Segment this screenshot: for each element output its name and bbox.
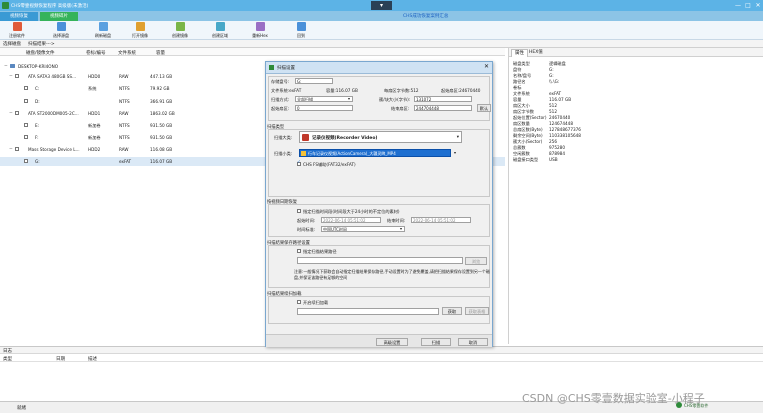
close-icon[interactable]: ✕ bbox=[754, 2, 762, 9]
disk-checkbox[interactable] bbox=[15, 147, 19, 151]
collapse-icon[interactable]: − bbox=[9, 74, 13, 79]
collapse-icon[interactable]: − bbox=[9, 147, 13, 152]
disk-table-header: 磁盘/镜像文件 卷标/编号 文件系统 容量 bbox=[0, 48, 505, 56]
select-source-button[interactable]: 选择源盘 bbox=[46, 22, 76, 39]
result-path-field[interactable] bbox=[297, 257, 463, 264]
dialog-footer: 高级设置 扫描 取消 bbox=[266, 334, 492, 347]
start-sector-field[interactable]: 0 bbox=[295, 105, 353, 111]
create-region-button[interactable]: 创建区域 bbox=[205, 22, 235, 39]
log-col-date: 日期 bbox=[56, 357, 65, 362]
dialog-title: 扫描设置 bbox=[277, 66, 295, 71]
partition-checkbox[interactable] bbox=[24, 99, 28, 103]
mode-tabs: 视频恢复 视频碎片 bbox=[0, 11, 763, 21]
scan-settings-dialog: 扫描设置 ✕ 存储盘号: G: 文件系统:exFAT 容量:116.07 GB … bbox=[265, 61, 493, 347]
default-button[interactable]: 默认 bbox=[477, 104, 491, 112]
tab-hex[interactable]: HEX值 bbox=[526, 49, 546, 57]
prop-row: 磁盘接口类型 USB bbox=[513, 157, 558, 162]
partition-checkbox[interactable] bbox=[24, 123, 28, 127]
scan-mode-select[interactable]: 全部扫描 bbox=[295, 96, 353, 102]
tab-video-recovery[interactable]: 视频恢复 bbox=[0, 12, 38, 21]
title-bar: CHS零壹视频恢复程序 高级版(未激活) ▾ — □ ✕ bbox=[0, 0, 763, 11]
create-image-button[interactable]: 创建镜像 bbox=[165, 22, 195, 39]
video-category-icon bbox=[302, 134, 309, 141]
block-size-field[interactable]: 131072 bbox=[414, 96, 472, 102]
register-icon bbox=[12, 22, 22, 31]
image-icon bbox=[175, 22, 185, 31]
view-switch-bar: 选择磁盘 扫描结果---> bbox=[0, 40, 763, 48]
success-cases-link[interactable]: CHS成功恢复案例汇总 bbox=[403, 13, 448, 19]
toolbar: 注册软件 选择源盘 刷新磁盘 打开镜像 创建镜像 创建区域 重新Hex 回到 bbox=[0, 21, 763, 40]
path-note: 注意:一般情况下获取会自动指定扫描结果保存路径,手动设置时为了避免覆盖,请把扫描… bbox=[294, 269, 490, 280]
time-range-checkbox[interactable] bbox=[297, 209, 301, 213]
end-time-field[interactable]: 2022-06-14 05:51:02 bbox=[411, 217, 471, 223]
dropdown-toggle-button[interactable]: ▾ bbox=[371, 1, 392, 10]
folder-icon bbox=[135, 22, 145, 31]
tab-video-fragments[interactable]: 视频碎片 bbox=[40, 12, 78, 21]
resume-checkbox[interactable] bbox=[297, 300, 301, 304]
log-panel-title: 日志 bbox=[0, 346, 763, 354]
scan-subcategory-select[interactable]: 行车记录仪视频(ActionCamera)_大疆灵眸_MP4 bbox=[299, 149, 451, 157]
start-time-field[interactable]: 2022-06-14 05:51:02 bbox=[321, 217, 381, 223]
camera-icon bbox=[301, 151, 306, 156]
load-button[interactable]: 获取 bbox=[442, 307, 462, 315]
col-name: 磁盘/镜像文件 bbox=[26, 51, 55, 56]
col-capacity: 容量 bbox=[156, 51, 165, 56]
scan-button[interactable]: 扫描 bbox=[421, 338, 451, 346]
col-serial: 卷标/编号 bbox=[86, 51, 106, 56]
maximize-icon[interactable]: □ bbox=[744, 2, 752, 9]
path-group bbox=[268, 245, 490, 288]
chevron-down-icon: ▾ bbox=[454, 150, 457, 155]
resume-path-field[interactable] bbox=[297, 308, 439, 315]
disk-checkbox[interactable] bbox=[15, 111, 19, 115]
refresh-disk-button[interactable]: 刷新磁盘 bbox=[88, 22, 118, 39]
select-disk-tab[interactable]: 选择磁盘 bbox=[3, 41, 21, 47]
collapse-icon[interactable]: − bbox=[4, 64, 8, 69]
hex-icon bbox=[255, 22, 265, 31]
dialog-title-bar: 扫描设置 ✕ bbox=[266, 62, 492, 74]
register-button[interactable]: 注册软件 bbox=[2, 22, 32, 39]
browse-button[interactable]: 浏览 bbox=[465, 257, 487, 265]
properties-panel: 属性 HEX值 磁盘类型 逻辑磁盘 盘符 G: 名称/盘号 G: 路径名 \\.\G: … bbox=[508, 48, 763, 344]
collapse-icon[interactable]: − bbox=[9, 111, 13, 116]
chevron-down-icon: ▾ bbox=[400, 226, 403, 231]
log-table-header: 类型 日期 描述 bbox=[0, 354, 763, 362]
store-disk-field: G: bbox=[295, 78, 333, 84]
app-logo-icon bbox=[2, 2, 9, 9]
region-icon bbox=[215, 22, 225, 31]
scan-category-select[interactable]: 记录仪视频(Recorder Video) ▾ bbox=[299, 131, 462, 143]
disk-checkbox[interactable] bbox=[15, 74, 19, 78]
open-image-button[interactable]: 打开镜像 bbox=[125, 22, 155, 39]
dialog-icon bbox=[269, 65, 274, 70]
advanced-settings-button[interactable]: 高级设置 bbox=[376, 338, 408, 346]
properties-tabs: 属性 HEX值 bbox=[509, 48, 763, 57]
log-col-type: 类型 bbox=[3, 357, 12, 362]
log-col-desc: 描述 bbox=[88, 357, 97, 362]
chevron-down-icon: ▾ bbox=[348, 96, 351, 101]
window-title: CHS零壹视频恢复程序 高级版(未激活) bbox=[11, 4, 89, 9]
computer-icon bbox=[10, 64, 15, 68]
disk-select-icon bbox=[56, 22, 66, 31]
cancel-button[interactable]: 取消 bbox=[458, 338, 488, 346]
col-fs: 文件系统 bbox=[118, 51, 136, 56]
return-icon bbox=[296, 22, 306, 31]
watermark: CSDN @CHS零壹数据实验室-小程子 bbox=[522, 392, 705, 405]
end-sector-field[interactable]: 244704448 bbox=[414, 105, 472, 111]
partition-checkbox[interactable] bbox=[24, 159, 28, 163]
timezone-select[interactable]: 中国UTC时间 bbox=[321, 226, 405, 232]
return-button[interactable]: 回到 bbox=[286, 22, 316, 39]
partition-checkbox[interactable] bbox=[24, 86, 28, 90]
result-path-checkbox[interactable] bbox=[297, 249, 301, 253]
minimize-icon[interactable]: — bbox=[734, 2, 742, 9]
refresh-icon bbox=[98, 22, 108, 31]
partition-checkbox[interactable] bbox=[24, 135, 28, 139]
reload-hex-button[interactable]: 重新Hex bbox=[245, 22, 275, 39]
chevron-down-icon: ▾ bbox=[456, 135, 459, 140]
status-text: 就绪 bbox=[17, 406, 26, 411]
dialog-close-icon[interactable]: ✕ bbox=[484, 63, 489, 70]
scan-results-tab[interactable]: 扫描结果---> bbox=[28, 41, 55, 47]
load-table-button[interactable]: 获取表格 bbox=[465, 307, 489, 315]
checkmark-icon: ✓ bbox=[297, 160, 301, 165]
